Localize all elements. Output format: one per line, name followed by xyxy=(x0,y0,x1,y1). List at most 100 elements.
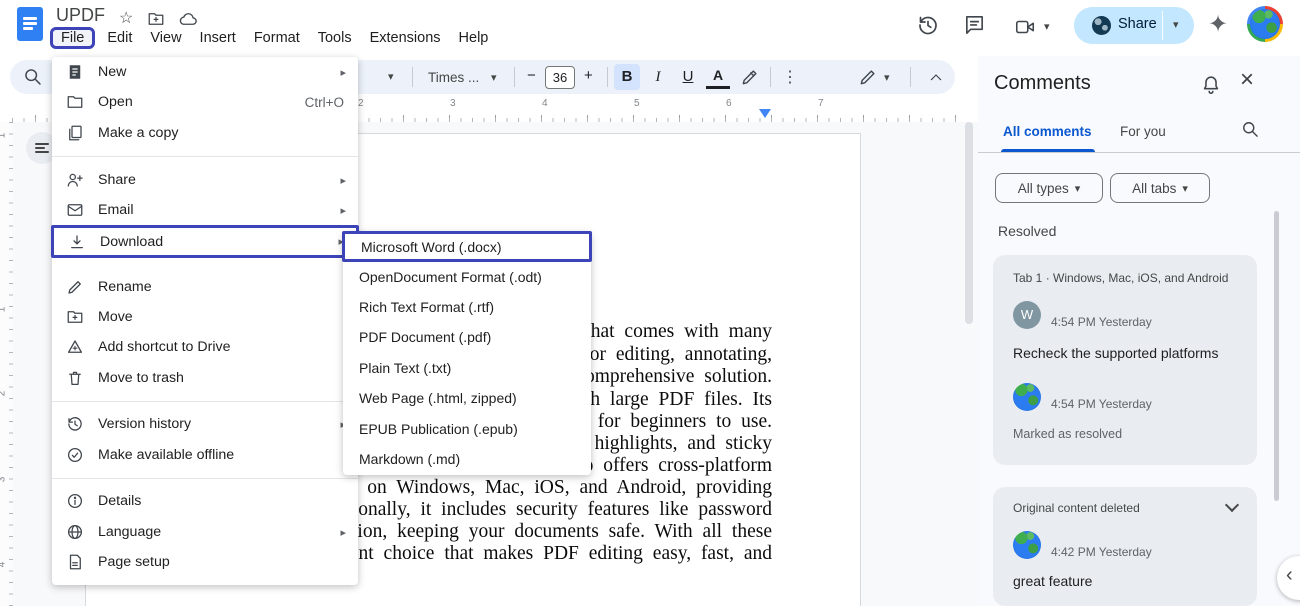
submenu-item-odt[interactable]: OpenDocument Format (.odt) xyxy=(343,262,591,292)
italic-button[interactable]: I xyxy=(646,64,670,90)
menu-bar: File Edit View Insert Format Tools Exten… xyxy=(50,27,497,49)
version-history-icon[interactable] xyxy=(916,13,940,37)
menu-item-make-available-offline[interactable]: Make available offline xyxy=(52,440,358,470)
chevron-down-icon[interactable] xyxy=(1225,498,1239,512)
history-clock-icon xyxy=(66,415,84,433)
menu-tools[interactable]: Tools xyxy=(309,27,361,49)
menu-item-page-setup[interactable]: Page setup xyxy=(52,547,358,577)
tab-all-comments[interactable]: All comments xyxy=(1003,124,1092,139)
account-avatar[interactable] xyxy=(1247,6,1283,42)
docs-logo-icon[interactable] xyxy=(17,7,43,41)
menu-extensions[interactable]: Extensions xyxy=(361,27,450,49)
increase-font-button[interactable]: + xyxy=(584,67,593,84)
menu-item-open[interactable]: Open Ctrl+O xyxy=(52,87,358,117)
submenu-item-epub[interactable]: EPUB Publication (.epub) xyxy=(343,414,591,444)
menu-insert[interactable]: Insert xyxy=(191,27,245,49)
menu-item-label: Rename xyxy=(98,279,152,295)
filter-all-tabs[interactable]: All tabs▾ xyxy=(1110,173,1210,203)
ruler-number: 7 xyxy=(818,98,824,109)
font-family-select[interactable]: Times ... xyxy=(428,70,479,85)
file-menu: New ▸ Open Ctrl+O Make a copy Share ▸ Em… xyxy=(52,57,358,585)
filter-all-types[interactable]: All types▾ xyxy=(995,173,1103,203)
comment-card[interactable]: Tab 1 · Windows, Mac, iOS, and Android W… xyxy=(993,255,1257,465)
comments-scrollbar[interactable] xyxy=(1274,211,1279,501)
menu-item-add-shortcut[interactable]: Add shortcut to Drive xyxy=(52,332,358,362)
bold-button[interactable]: B xyxy=(614,64,640,90)
menu-item-label: Open xyxy=(98,94,133,110)
meet-dropdown-caret[interactable]: ▾ xyxy=(1044,20,1050,33)
menu-item-label: Details xyxy=(98,493,141,509)
avatar xyxy=(1013,531,1041,559)
menu-item-version-history[interactable]: Version history ▸ xyxy=(52,409,358,439)
menu-item-label: Make a copy xyxy=(98,125,178,141)
menu-item-move[interactable]: Move xyxy=(52,302,358,332)
document-text-line: or editing, annotating, xyxy=(590,344,772,366)
meet-video-icon[interactable] xyxy=(1014,16,1036,38)
drive-shortcut-icon xyxy=(66,338,84,356)
trash-icon xyxy=(66,369,84,387)
submenu-item-label: OpenDocument Format (.odt) xyxy=(359,269,542,285)
submenu-item-docx[interactable]: Microsoft Word (.docx) xyxy=(342,231,592,262)
submenu-arrow-icon: ▸ xyxy=(340,526,346,539)
submenu-item-label: Plain Text (.txt) xyxy=(359,360,451,376)
menu-edit[interactable]: Edit xyxy=(98,27,141,49)
notifications-bell-icon[interactable] xyxy=(1200,74,1222,96)
move-folder-icon[interactable] xyxy=(147,10,165,28)
search-menus-icon[interactable] xyxy=(22,66,43,87)
comment-history-icon[interactable] xyxy=(963,13,986,36)
editing-mode-icon[interactable] xyxy=(858,67,878,87)
submenu-item-rtf[interactable]: Rich Text Format (.rtf) xyxy=(343,292,591,322)
document-scrollbar[interactable] xyxy=(965,122,973,324)
indent-marker[interactable] xyxy=(759,109,771,118)
menu-item-download[interactable]: Download ▸ xyxy=(51,225,359,258)
document-text-line: able on Windows, Mac, iOS, and Android, … xyxy=(325,477,772,499)
document-text-line: o offers cross-platform xyxy=(584,455,772,477)
menu-help[interactable]: Help xyxy=(450,27,498,49)
tab-for-you[interactable]: For you xyxy=(1120,124,1166,139)
chevron-down-icon: ▾ xyxy=(1075,182,1081,195)
menu-item-rename[interactable]: Rename xyxy=(52,272,358,302)
underline-button[interactable]: U xyxy=(676,64,700,90)
search-comments-icon[interactable] xyxy=(1240,119,1260,139)
menu-item-details[interactable]: Details xyxy=(52,486,358,516)
menu-item-move-to-trash[interactable]: Move to trash xyxy=(52,363,358,393)
submenu-item-txt[interactable]: Plain Text (.txt) xyxy=(343,353,591,383)
menu-file[interactable]: File xyxy=(50,27,95,49)
copy-icon xyxy=(66,124,84,142)
submenu-item-pdf[interactable]: PDF Document (.pdf) xyxy=(343,322,591,352)
share-divider xyxy=(1162,11,1163,40)
menu-item-make-a-copy[interactable]: Make a copy xyxy=(52,118,358,148)
font-size-input[interactable]: 36 xyxy=(545,66,575,89)
menu-format[interactable]: Format xyxy=(245,27,309,49)
menu-item-share[interactable]: Share ▸ xyxy=(52,165,358,195)
hide-menus-chevron-icon[interactable] xyxy=(928,70,944,84)
ruler-number: 1 xyxy=(0,307,7,313)
menu-item-new[interactable]: New ▸ xyxy=(52,57,358,87)
gemini-sparkle-icon[interactable]: ✦ xyxy=(1208,10,1228,39)
document-text-line: yption, keeping your documents safe. Wit… xyxy=(333,521,772,543)
styles-dropdown-caret[interactable]: ▾ xyxy=(388,70,394,83)
more-options-button[interactable]: ⋮ xyxy=(782,67,798,87)
highlight-color-icon[interactable] xyxy=(740,67,760,87)
menu-item-email[interactable]: Email ▸ xyxy=(52,195,358,225)
menu-item-label: Version history xyxy=(98,416,191,432)
text-color-button[interactable]: A xyxy=(706,63,730,89)
close-icon[interactable]: × xyxy=(1240,66,1254,94)
document-title[interactable]: UPDF xyxy=(56,5,105,26)
star-icon[interactable]: ☆ xyxy=(119,8,133,28)
chevron-left-icon: ‹ xyxy=(1286,564,1293,587)
share-dropdown-caret[interactable]: ▾ xyxy=(1173,18,1179,31)
menu-view[interactable]: View xyxy=(141,27,190,49)
comment-card[interactable]: Original content deleted 4:42 PM Yesterd… xyxy=(993,487,1257,606)
share-button[interactable]: Share ▾ xyxy=(1074,7,1194,44)
google-docs-window: UPDF ☆ File Edit View Insert Format Tool… xyxy=(0,0,1300,606)
submenu-item-md[interactable]: Markdown (.md) xyxy=(343,444,591,474)
document-text-line: with large PDF files. Its xyxy=(565,389,772,411)
tabs-divider xyxy=(978,152,1300,153)
decrease-font-button[interactable]: − xyxy=(527,67,536,84)
editing-mode-caret[interactable]: ▾ xyxy=(884,71,890,84)
submenu-item-html[interactable]: Web Page (.html, zipped) xyxy=(343,383,591,413)
menu-item-language[interactable]: Language ▸ xyxy=(52,517,358,547)
font-family-caret[interactable]: ▾ xyxy=(491,71,497,84)
toolbar-separator xyxy=(910,67,911,87)
